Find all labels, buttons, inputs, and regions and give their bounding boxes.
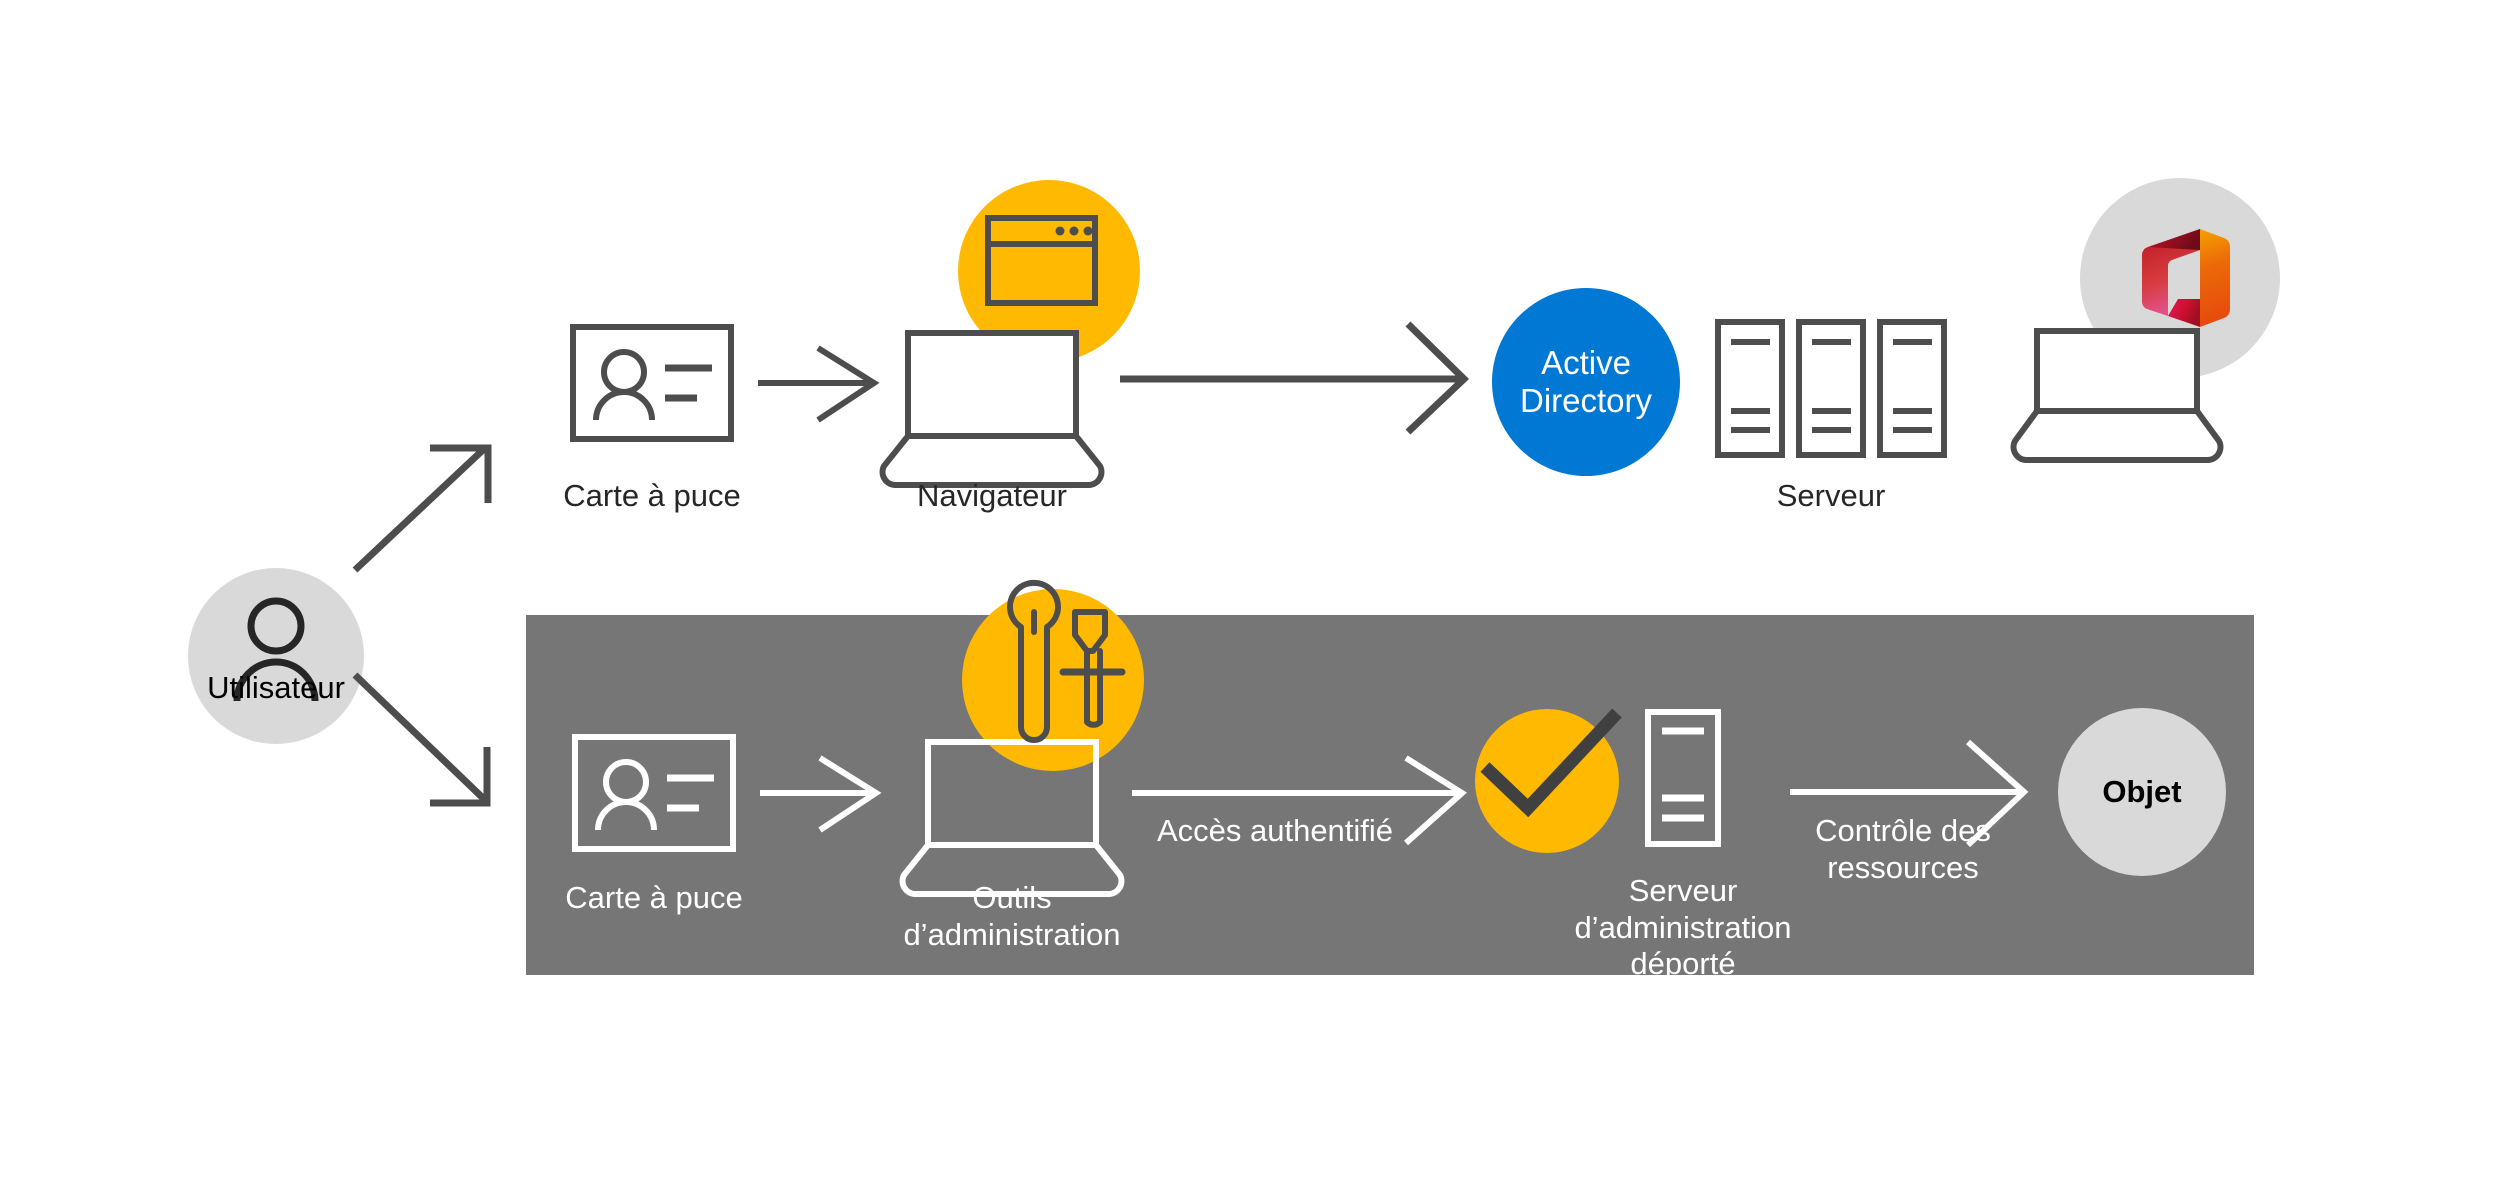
label-browser: Navigateur: [917, 478, 1067, 513]
label-admin-tools: Outils d’administration: [903, 880, 1121, 952]
label-resource-control: Contrôle des ressources: [1815, 813, 1991, 885]
diagram-canvas: Utilisateur Active Directory Objet Carte…: [0, 0, 2500, 1200]
label-smartcard-top: Carte à puce: [563, 478, 741, 513]
label-admin-server: Serveur d’administration déporté: [1574, 873, 1792, 982]
diagram-labels: Carte à puce Navigateur Serveur Carte à …: [0, 0, 2500, 1200]
label-server-top: Serveur: [1776, 478, 1886, 513]
label-smartcard-bottom: Carte à puce: [565, 880, 743, 915]
label-authenticated-access: Accès authentifié: [1156, 813, 1394, 848]
